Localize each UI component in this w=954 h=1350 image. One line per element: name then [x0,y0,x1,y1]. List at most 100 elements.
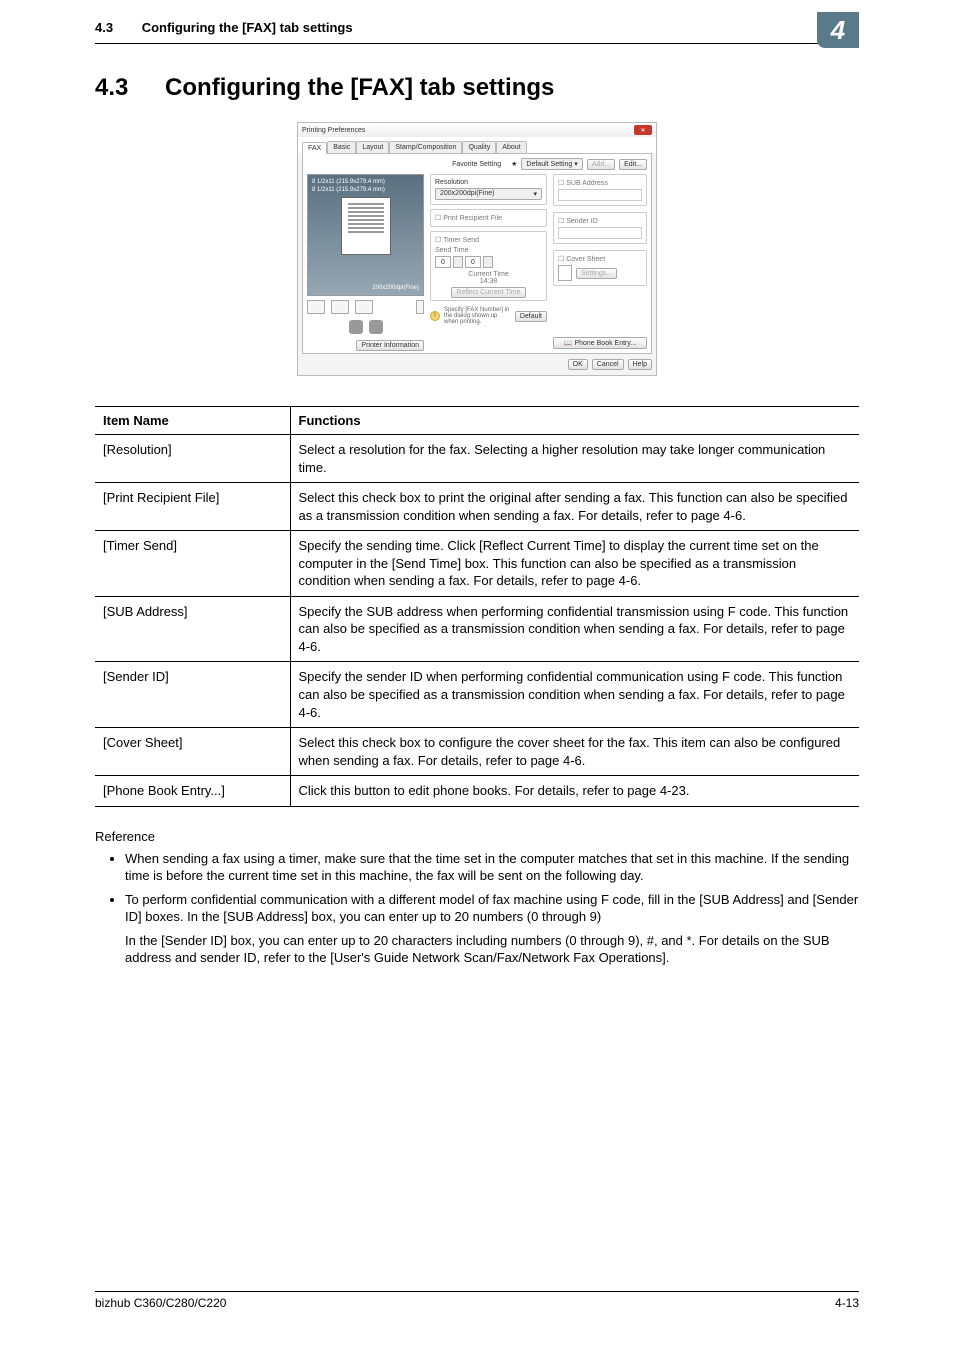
reference-bullet: When sending a fax using a timer, make s… [125,850,859,885]
cover-sheet-checkbox[interactable]: ☐ Cover Sheet [558,256,605,263]
table-row: [Timer Send]Specify the sending time. Cl… [95,531,859,597]
edit-button[interactable]: Edit... [619,159,647,170]
reference-bullet: To perform confidential communication wi… [125,891,859,926]
tab-layout[interactable]: Layout [356,141,389,153]
header-section-title: Configuring the [FAX] tab settings [142,20,353,35]
cell-item: [Timer Send] [95,531,290,597]
section-heading: 4.3 Configuring the [FAX] tab settings [95,74,859,102]
chapter-number: 4 [831,15,845,46]
sender-id-group: ☐ Sender ID [553,212,647,244]
table-row: [Resolution]Select a resolution for the … [95,435,859,483]
tab-panel: Favorite Setting ★ Default Setting ▾ Add… [302,153,652,354]
hint-icon: ! [430,311,440,321]
sub-address-checkbox[interactable]: ☐ SUB Address [558,180,608,187]
current-time-value: 14:38 [435,278,542,285]
send-time-label: Send Time [435,247,542,254]
cell-func: Specify the sender ID when performing co… [290,662,859,728]
table-row: [Print Recipient File]Select this check … [95,483,859,531]
indicator-1 [349,320,363,334]
reflect-current-time-button[interactable]: Reflect Current Time [451,287,525,298]
cell-item: [Sender ID] [95,662,290,728]
page-header: 4.3 Configuring the [FAX] tab settings 4 [0,0,954,35]
current-time-label: Current Time [435,271,542,278]
cover-settings-button[interactable]: Settings... [576,268,617,279]
cell-item: [SUB Address] [95,596,290,662]
preview-icon-2[interactable] [331,300,349,314]
running-head: 4.3 Configuring the [FAX] tab settings [95,20,353,35]
preview-column: 8 1/2x11 (215.9x279.4 mm) 8 1/2x11 (215.… [307,174,424,349]
reference-label: Reference [95,829,859,844]
resolution-label: Resolution [435,179,542,186]
tab-quality[interactable]: Quality [462,141,496,153]
cell-item: [Phone Book Entry...] [95,776,290,807]
chapter-badge: 4 [817,12,859,48]
sender-id-checkbox[interactable]: ☐ Sender ID [558,218,598,225]
favorite-label: Favorite Setting [452,161,501,168]
reference-continuation: In the [Sender ID] box, you can enter up… [125,932,859,967]
footer-right: 4-13 [835,1296,859,1310]
cover-sheet-icon [558,265,572,281]
preview-mode-icons [307,300,424,314]
dialog-title: Printing Preferences [302,127,365,134]
spin-mm[interactable] [483,256,493,268]
send-time-spinner[interactable]: 0 0 [435,256,542,268]
section-heading-num: 4.3 [95,74,128,101]
timer-send-group: ☐ Timer Send Send Time 0 0 Current Time … [430,231,547,301]
cell-item: [Resolution] [95,435,290,483]
preview-icon-1[interactable] [307,300,325,314]
cell-func: Click this button to edit phone books. F… [290,776,859,807]
print-recipient-group: ☐ Print Recipient File [430,209,547,227]
settings-table: Item Name Functions [Resolution]Select a… [95,406,859,807]
resolution-select[interactable]: 200x200dpi(Fine)▾ [435,188,542,200]
cell-item: [Print Recipient File] [95,483,290,531]
section-heading-text: Configuring the [FAX] tab settings [165,74,554,101]
timer-send-checkbox[interactable]: ☐ Timer Send [435,237,479,244]
phone-book-button[interactable]: 📖 Phone Book Entry... [553,337,647,349]
table-row: [Sender ID]Specify the sender ID when pe… [95,662,859,728]
dialog-footer: OK Cancel Help [298,354,656,375]
favorite-row: Favorite Setting ★ Default Setting ▾ Add… [307,158,647,174]
send-mm[interactable]: 0 [465,256,481,268]
cell-func: Specify the SUB address when performing … [290,596,859,662]
page-footer: bizhub C360/C280/C220 4-13 [95,1291,859,1310]
preview-icon-3[interactable] [355,300,373,314]
reference-list: When sending a fax using a timer, make s… [125,850,859,926]
cell-item: [Cover Sheet] [95,728,290,776]
cell-func: Select a resolution for the fax. Selecti… [290,435,859,483]
th-item-name: Item Name [95,407,290,435]
tab-fax[interactable]: FAX [302,142,327,154]
sender-id-input[interactable] [558,227,642,239]
send-hh[interactable]: 0 [435,256,451,268]
table-row: [SUB Address]Specify the SUB address whe… [95,596,859,662]
help-button[interactable]: Help [628,359,652,370]
hint-text: Specify [FAX Number] in the dialog shown… [444,307,511,325]
tab-about[interactable]: About [496,141,526,153]
preview-size-2: 8 1/2x11 (215.9x279.4 mm) [312,187,419,193]
close-icon[interactable]: ✕ [634,125,652,135]
header-section-num: 4.3 [95,20,113,35]
preview-indicators [307,320,424,334]
preview-page-icon [341,197,391,255]
footer-left: bizhub C360/C280/C220 [95,1296,226,1310]
sub-address-input[interactable] [558,189,642,201]
right-column: ☐ SUB Address ☐ Sender ID ☐ Cover Sheet … [553,174,647,349]
ok-button[interactable]: OK [568,359,588,370]
tab-stamp[interactable]: Stamp/Composition [389,141,462,153]
favorite-select[interactable]: Default Setting ▾ [521,158,582,170]
tab-basic[interactable]: Basic [327,141,356,153]
preview-resolution: 200x200dpi(Fine) [312,285,419,291]
printer-info-button[interactable]: Printer Information [356,340,424,351]
table-row: [Cover Sheet]Select this check box to co… [95,728,859,776]
table-row: [Phone Book Entry...]Click this button t… [95,776,859,807]
add-button[interactable]: Add... [587,159,615,170]
print-recipient-checkbox[interactable]: ☐ Print Recipient File [435,215,502,222]
sub-address-group: ☐ SUB Address [553,174,647,206]
cancel-button[interactable]: Cancel [592,359,624,370]
default-button[interactable]: Default [515,311,547,322]
cell-func: Specify the sending time. Click [Reflect… [290,531,859,597]
cover-sheet-group: ☐ Cover Sheet Settings... [553,250,647,286]
th-functions: Functions [290,407,859,435]
preview-scrollbar[interactable] [416,300,424,314]
spin-hh[interactable] [453,256,463,268]
dialog-tabs: FAX Basic Layout Stamp/Composition Quali… [298,137,656,153]
